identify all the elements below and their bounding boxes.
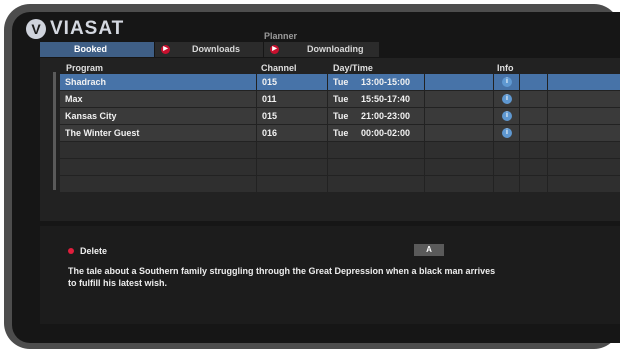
cell-empty	[548, 176, 620, 192]
cell-empty	[548, 142, 620, 158]
cell-empty	[257, 159, 327, 175]
table-row-empty	[60, 159, 620, 176]
screen: V VIASAT Planner Booked ▶ Downloads ▶ Do…	[12, 12, 620, 343]
cell-extra	[548, 108, 620, 124]
viasat-logo-icon: V	[26, 19, 46, 39]
table-row[interactable]: Max 011 Tue 15:50-17:40 i	[60, 91, 620, 108]
column-header-program: Program	[66, 63, 104, 73]
cell-time: 21:00-23:00	[361, 111, 411, 121]
cell-empty	[425, 159, 493, 175]
cell-extra	[520, 125, 547, 141]
cell-daytime: Tue 13:00-15:00	[328, 74, 424, 90]
cell-channel: 011	[257, 91, 327, 107]
cell-info: i	[494, 91, 519, 107]
cell-daytime: Tue 21:00-23:00	[328, 108, 424, 124]
tab-bar: Booked ▶ Downloads ▶ Downloading	[40, 42, 380, 57]
rec-icon: ▶	[270, 45, 279, 54]
rec-icon: ▶	[161, 45, 170, 54]
list-scrollbar[interactable]	[53, 72, 56, 190]
cell-daytime: Tue 00:00-02:00	[328, 125, 424, 141]
cell-empty	[425, 142, 493, 158]
viasat-logo: V VIASAT	[26, 18, 124, 40]
cell-extra	[520, 91, 547, 107]
table-row[interactable]: Shadrach 015 Tue 13:00-15:00 i	[60, 74, 620, 91]
delete-label: Delete	[80, 246, 108, 256]
cell-program: Shadrach	[60, 74, 256, 90]
cell-extra	[548, 91, 620, 107]
cell-day: Tue	[333, 111, 349, 121]
cell-info: i	[494, 125, 519, 141]
delete-action[interactable]: Delete	[68, 246, 107, 256]
cell-empty	[60, 142, 256, 158]
table-row[interactable]: The Winter Guest 016 Tue 00:00-02:00 i	[60, 125, 620, 142]
cell-empty	[548, 159, 620, 175]
cell-extra	[520, 74, 547, 90]
cell-empty	[328, 176, 424, 192]
cell-spacer	[425, 108, 493, 124]
cell-extra	[520, 108, 547, 124]
cell-empty	[425, 176, 493, 192]
cell-extra	[548, 74, 620, 90]
cell-empty	[328, 142, 424, 158]
table-row[interactable]: Kansas City 015 Tue 21:00-23:00 i	[60, 108, 620, 125]
cell-spacer	[425, 91, 493, 107]
cell-empty	[520, 159, 547, 175]
cell-info: i	[494, 74, 519, 90]
cell-empty	[494, 176, 519, 192]
cell-spacer	[425, 125, 493, 141]
cell-daytime: Tue 15:50-17:40	[328, 91, 424, 107]
cell-day: Tue	[333, 94, 349, 104]
tab-booked-label: Booked	[74, 44, 108, 54]
cell-info: i	[494, 108, 519, 124]
table-row-empty	[60, 142, 620, 159]
cell-time: 00:00-02:00	[361, 128, 411, 138]
info-icon[interactable]: i	[502, 111, 512, 121]
tab-downloads[interactable]: ▶ Downloads	[155, 42, 264, 57]
info-icon[interactable]: i	[502, 128, 512, 138]
red-button-icon	[68, 248, 74, 254]
booking-table: Shadrach 015 Tue 13:00-15:00 i Max 011 T…	[60, 74, 620, 193]
cell-channel: 016	[257, 125, 327, 141]
cell-day: Tue	[333, 77, 349, 87]
cell-empty	[494, 159, 519, 175]
table-row-empty	[60, 176, 620, 193]
info-icon[interactable]: i	[502, 94, 512, 104]
cell-program: Kansas City	[60, 108, 256, 124]
cell-time: 13:00-15:00	[361, 77, 411, 87]
column-header-channel: Channel	[261, 63, 297, 73]
cell-program: Max	[60, 91, 256, 107]
cell-spacer	[425, 74, 493, 90]
cell-channel: 015	[257, 74, 327, 90]
cell-empty	[60, 159, 256, 175]
cell-empty	[328, 159, 424, 175]
tab-downloading[interactable]: ▶ Downloading	[264, 42, 380, 57]
cell-empty	[60, 176, 256, 192]
cell-program: The Winter Guest	[60, 125, 256, 141]
program-description: The tale about a Southern family struggl…	[68, 266, 496, 288]
tab-downloads-label: Downloads	[192, 44, 241, 54]
cell-empty	[494, 142, 519, 158]
cell-empty	[520, 142, 547, 158]
cell-empty	[257, 142, 327, 158]
tab-downloading-label: Downloading	[307, 44, 364, 54]
viasat-logo-text: VIASAT	[50, 18, 125, 39]
cell-extra	[548, 125, 620, 141]
cell-empty	[520, 176, 547, 192]
column-header-info: Info	[497, 63, 514, 73]
cell-channel: 015	[257, 108, 327, 124]
a-button[interactable]: A	[414, 244, 444, 256]
page-title: Planner	[264, 31, 298, 41]
cell-day: Tue	[333, 128, 349, 138]
cell-empty	[257, 176, 327, 192]
tab-booked[interactable]: Booked	[40, 42, 155, 57]
info-icon[interactable]: i	[502, 77, 512, 87]
column-header-daytime: Day/Time	[333, 63, 373, 73]
cell-time: 15:50-17:40	[361, 94, 411, 104]
